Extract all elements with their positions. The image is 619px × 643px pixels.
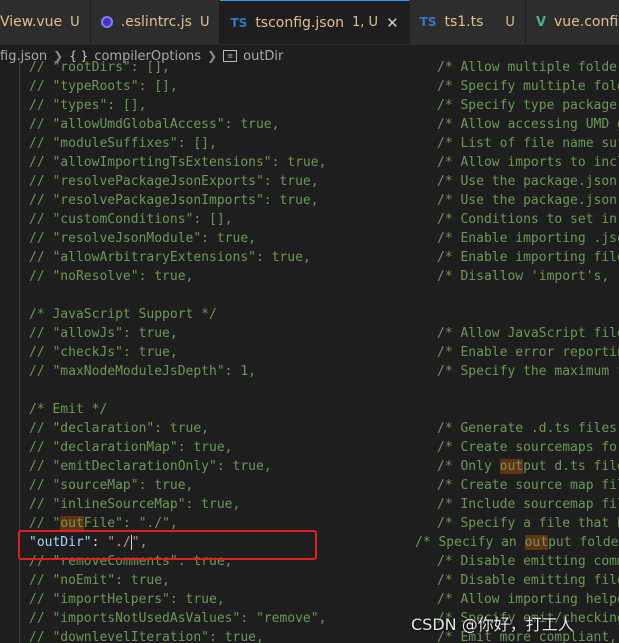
code-comment: /* Create sourcemaps for: [437, 440, 619, 455]
code-line[interactable]: // "emitDeclarationOnly": true, /* Only o…: [0, 457, 619, 476]
code-line[interactable]: // "noEmit": true, /* Disable emitting fi…: [0, 571, 619, 590]
code-line[interactable]: // "resolvePackageJsonExports": true, /* …: [0, 172, 619, 191]
code-line[interactable]: // "resolvePackageJsonImports": true, /* …: [0, 191, 619, 210]
code-text: // "noEmit": true,: [29, 573, 170, 588]
git-status-badge: U: [70, 14, 80, 30]
code-line[interactable]: // "types": [], /* Specify type package: [0, 96, 619, 115]
code-text: // "checkJs": true,: [29, 345, 178, 360]
editor-tab-bar: View.vue U .eslintrc.js U TS tsconfig.js…: [0, 0, 619, 45]
code-text: /* Emit */: [29, 402, 108, 417]
code-comment: /* Allow imports to incl: [437, 155, 619, 170]
code-line[interactable]: // "noResolve": true, /* Disallow 'import…: [0, 267, 619, 286]
code-line[interactable]: // "typeRoots": [], /* Specify multiple f…: [0, 77, 619, 96]
code-text: // "rootDirs": [],: [29, 60, 170, 75]
watermark: CSDN @你好，打工人: [411, 615, 574, 634]
code-text: // "allowJs": true,: [29, 326, 178, 341]
tab-label: ts1.ts: [444, 14, 484, 30]
code-comment: /* Only output d.ts file: [437, 459, 619, 474]
code-comment: /* List of file name suf: [437, 136, 619, 151]
code-line[interactable]: // "sourceMap": true, /* Create source ma…: [0, 476, 619, 495]
code-comment: /* Disallow 'import's, ': [437, 269, 619, 284]
code-line[interactable]: // "maxNodeModuleJsDepth": 1, /* Specify …: [0, 362, 619, 381]
code-text: // "maxNodeModuleJsDepth": 1,: [29, 364, 256, 379]
code-text: // "allowImportingTsExtensions": true,: [29, 155, 327, 170]
code-comment: /* Allow accessing UMD g: [437, 117, 619, 132]
code-comment: /* Enable importing file: [437, 250, 619, 265]
ts-icon: TS: [419, 15, 437, 29]
code-text: // "resolveJsonModule": true,: [29, 231, 256, 246]
code-text: // "sourceMap": true,: [29, 478, 194, 493]
code-line[interactable]: // "allowArbitraryExtensions": true, /* E…: [0, 248, 619, 267]
code-line[interactable]: // "allowUmdGlobalAccess": true, /* Allow…: [0, 115, 619, 134]
code-line[interactable]: // "checkJs": true, /* Enable error repor…: [0, 343, 619, 362]
code-line[interactable]: // "allowJs": true, /* Allow JavaScript f…: [0, 324, 619, 343]
code-text: // "importsNotUsedAsValues": "remove",: [29, 611, 327, 626]
tab-view-vue[interactable]: View.vue U: [0, 0, 91, 44]
code-line[interactable]: /* JavaScript Support */: [0, 305, 619, 324]
eslint-icon: [100, 16, 113, 28]
code-comment: /* Use the package.json: [437, 193, 618, 208]
code-comment: /* Conditions to set in: [437, 212, 618, 227]
code-line[interactable]: // "moduleSuffixes": [], /* List of file …: [0, 134, 619, 153]
tab-label: .eslintrc.js: [120, 14, 192, 30]
code-text: // "customConditions": [],: [29, 212, 233, 227]
code-line[interactable]: /* Emit */: [0, 400, 619, 419]
code-comment: /* Specify the maximum f: [437, 364, 619, 379]
code-comment: /* Specify multiple fold: [437, 79, 619, 94]
code-comment: /* Allow importing helpe: [437, 592, 619, 607]
code-line[interactable]: // "inlineSourceMap": true, /* Include so…: [0, 495, 619, 514]
tab-tsconfig[interactable]: TS tsconfig.json 1, U ✕: [220, 0, 410, 44]
code-comment: /* Allow multiple folder: [437, 60, 619, 75]
code-text: // "types": [],: [29, 98, 147, 113]
code-text: // "resolvePackageJsonExports": true,: [29, 174, 319, 189]
code-text: // "inlineSourceMap": true,: [29, 497, 241, 512]
code-text: // "resolvePackageJsonImports": true,: [29, 193, 319, 208]
code-text: // "downlevelIteration": true,: [29, 630, 264, 643]
code-text: // "emitDeclarationOnly": true,: [29, 459, 272, 474]
tab-label: tsconfig.json: [255, 14, 345, 31]
code-comment: /* Disable emitting comm: [437, 554, 619, 569]
code-line[interactable]: // "customConditions": [], /* Conditions …: [0, 210, 619, 229]
git-status-badge: 1, U: [352, 15, 379, 30]
code-comment: /* Allow JavaScript file: [437, 326, 619, 341]
code-comment: /* Enable error reportin: [437, 345, 619, 360]
tab-label: vue.config.js: [554, 14, 619, 30]
code-comment: /* Include sourcemap fil: [437, 497, 619, 512]
tab-ts1[interactable]: TS ts1.ts U: [409, 0, 526, 44]
code-text: // "typeRoots": [],: [29, 79, 178, 94]
code-text: // "noResolve": true,: [29, 269, 194, 284]
code-text: // "moduleSuffixes": [],: [29, 136, 217, 151]
code-comment: /* Specify type package: [437, 98, 618, 113]
git-status-badge: U: [199, 14, 210, 30]
code-text: /* JavaScript Support */: [29, 307, 217, 322]
tab-eslintrc[interactable]: .eslintrc.js U: [90, 0, 221, 44]
close-icon[interactable]: ✕: [386, 14, 399, 32]
code-line[interactable]: // "importHelpers": true, /* Allow import…: [0, 590, 619, 609]
code-comment: /* Generate .d.ts files: [437, 421, 618, 436]
code-line[interactable]: // "rootDirs": [], /* Allow multiple fold…: [0, 58, 619, 77]
code-comment: /* Specify a file that b: [437, 516, 619, 531]
highlight-box: [18, 530, 317, 560]
tab-vue-config[interactable]: V vue.config.js U: [525, 0, 619, 44]
code-line[interactable]: [0, 286, 619, 305]
ts-icon: TS: [230, 15, 248, 30]
code-text: // "allowUmdGlobalAccess": true,: [29, 117, 280, 132]
code-comment: /* Use the package.json: [437, 174, 618, 189]
code-comment: /* Disable emitting file: [437, 573, 619, 588]
code-comment: /* Specify an output folder: [415, 535, 619, 550]
code-line[interactable]: // "declarationMap": true, /* Create sour…: [0, 438, 619, 457]
code-line[interactable]: [0, 381, 619, 400]
code-text: // "allowArbitraryExtensions": true,: [29, 250, 311, 265]
vue-icon: V: [535, 14, 546, 30]
code-comment: /* Enable importing .jso: [437, 231, 619, 246]
code-text: // "declarationMap": true,: [29, 440, 233, 455]
code-line[interactable]: // "resolveJsonModule": true, /* Enable i…: [0, 229, 619, 248]
code-line[interactable]: // "allowImportingTsExtensions": true, /*…: [0, 153, 619, 172]
code-comment: /* Create source map fil: [437, 478, 619, 493]
code-text: // "importHelpers": true,: [29, 592, 225, 607]
code-text: // "declaration": true,: [29, 421, 210, 436]
code-line[interactable]: // "declaration": true, /* Generate .d.ts…: [0, 419, 619, 438]
git-status-badge: U: [505, 14, 515, 30]
tab-label: View.vue: [0, 14, 63, 30]
